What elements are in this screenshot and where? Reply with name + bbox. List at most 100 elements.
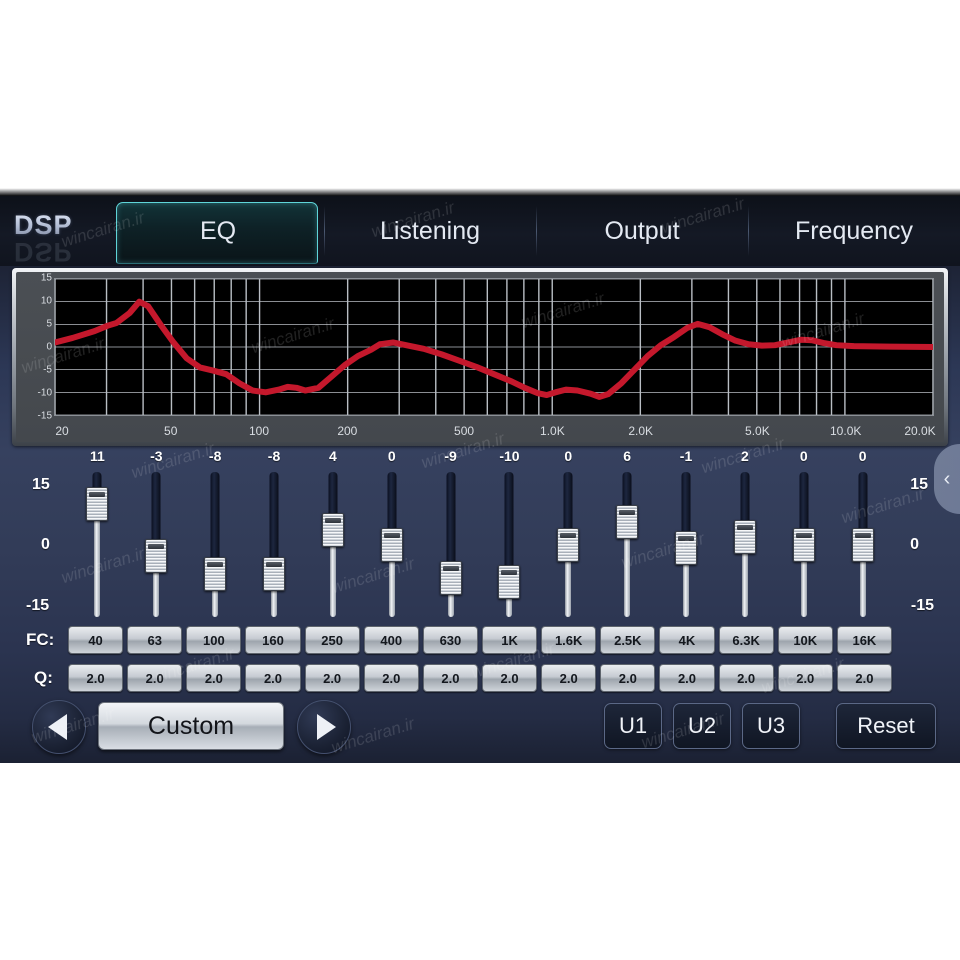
graph-x-tick: 2.0K xyxy=(628,424,653,438)
dsp-app-window: DSP DSP EQ Listening Output Frequency 15… xyxy=(0,196,960,763)
graph-plot-area xyxy=(54,278,934,416)
q-cell[interactable]: 2.0 xyxy=(659,664,715,692)
eq-slider-1.6K[interactable] xyxy=(539,472,598,617)
slider-thumb[interactable] xyxy=(675,531,698,566)
fc-cell[interactable]: 400 xyxy=(363,626,419,654)
eq-response-graph: 15 10 5 0 -5 -10 -15 20 50 100 200 500 1.0K 2.0K 5.0K… xyxy=(12,268,948,446)
q-cell[interactable]: 2.0 xyxy=(718,664,774,692)
tab-listening[interactable]: Listening xyxy=(324,196,536,266)
slider-thumb[interactable] xyxy=(851,527,874,562)
fc-cell[interactable]: 6.3K xyxy=(718,626,774,654)
eq-slider-400[interactable] xyxy=(362,472,421,617)
slider-thumb[interactable] xyxy=(321,512,344,547)
slider-track-upper xyxy=(269,472,279,562)
eq-slider-10K[interactable] xyxy=(774,472,833,617)
preset-prev-button[interactable] xyxy=(32,700,86,754)
fc-cell[interactable]: 40 xyxy=(68,626,124,654)
slider-track-lower xyxy=(271,587,277,617)
slider-thumb[interactable] xyxy=(733,520,756,555)
q-cell[interactable]: 2.0 xyxy=(481,664,538,692)
tab-frequency[interactable]: Frequency xyxy=(748,196,960,266)
slider-track-upper xyxy=(740,472,750,525)
q-cell[interactable]: 2.0 xyxy=(68,664,124,692)
eq-slider-40[interactable] xyxy=(68,472,127,617)
slider-thumb[interactable] xyxy=(439,560,462,595)
fc-cell[interactable]: 63 xyxy=(127,626,183,654)
slider-thumb[interactable] xyxy=(557,527,580,562)
fc-cell[interactable]: 16K xyxy=(836,626,892,654)
band-value: -8 xyxy=(267,448,281,464)
scale-right-mid: 0 xyxy=(910,536,919,553)
triangle-left-icon xyxy=(47,714,67,740)
eq-slider-16K[interactable] xyxy=(833,472,892,617)
fc-cell[interactable]: 10K xyxy=(777,626,833,654)
fc-cell[interactable]: 4K xyxy=(659,626,715,654)
slider-track-upper xyxy=(151,472,161,543)
dsp-logo: DSP DSP xyxy=(0,196,112,267)
eq-slider-100[interactable] xyxy=(186,472,245,617)
q-cell[interactable]: 2.0 xyxy=(541,664,597,692)
fc-cell[interactable]: 630 xyxy=(422,626,478,654)
graph-y-tick: -5 xyxy=(43,364,52,376)
tab-output[interactable]: Output xyxy=(536,196,748,266)
reset-button[interactable]: Reset xyxy=(836,703,936,749)
graph-x-tick: 20 xyxy=(55,424,69,438)
eq-slider-2.5K[interactable] xyxy=(598,472,657,617)
tab-eq[interactable]: EQ xyxy=(112,196,324,266)
fc-cell[interactable]: 2.5K xyxy=(600,626,656,654)
slider-track-lower xyxy=(683,561,690,617)
top-letterbox xyxy=(0,0,960,196)
slider-thumb[interactable] xyxy=(380,527,403,562)
slider-track-upper xyxy=(622,472,632,510)
band-value: 11 xyxy=(90,448,105,464)
chevron-left-icon[interactable]: ‹ xyxy=(934,444,960,514)
fc-value-row: 40 63 100 160 250 400 630 1K 1.6K 2.5K 4K 6.3K 10K 16… xyxy=(68,626,892,654)
eq-slider-160[interactable] xyxy=(245,472,304,617)
slider-track-lower xyxy=(212,587,219,617)
eq-slider-4K[interactable] xyxy=(657,472,716,617)
user-preset-u2-button[interactable]: U2 xyxy=(673,703,731,749)
graph-y-tick: 5 xyxy=(46,318,52,330)
graph-y-tick: 0 xyxy=(46,341,52,353)
eq-slider-6.3K[interactable] xyxy=(715,472,774,617)
graph-curve-svg xyxy=(55,279,933,415)
fc-cell[interactable]: 1K xyxy=(481,626,538,654)
q-cell[interactable]: 2.0 xyxy=(363,664,419,692)
fc-cell[interactable]: 1.6K xyxy=(541,626,597,654)
fc-cell[interactable]: 160 xyxy=(245,626,301,654)
eq-slider-630[interactable] xyxy=(421,472,480,617)
slider-track-upper xyxy=(681,472,691,536)
slider-track-lower xyxy=(94,516,101,617)
q-cell[interactable]: 2.0 xyxy=(836,664,892,692)
slider-track-lower xyxy=(565,557,572,617)
q-cell[interactable]: 2.0 xyxy=(304,664,360,692)
q-cell[interactable]: 2.0 xyxy=(245,664,301,692)
q-cell[interactable]: 2.0 xyxy=(422,664,478,692)
slider-thumb[interactable] xyxy=(792,527,815,562)
fc-cell[interactable]: 250 xyxy=(304,626,360,654)
slider-thumb[interactable] xyxy=(204,557,227,592)
preset-name-button[interactable]: Custom xyxy=(98,702,284,750)
eq-slider-250[interactable] xyxy=(303,472,362,617)
q-cell[interactable]: 2.0 xyxy=(777,664,833,692)
slider-thumb[interactable] xyxy=(263,557,285,592)
q-cell[interactable]: 2.0 xyxy=(186,664,242,692)
screenshot-root: DSP DSP EQ Listening Output Frequency 15… xyxy=(0,0,960,960)
band-value: 0 xyxy=(387,448,396,464)
fc-cell[interactable]: 100 xyxy=(186,626,242,654)
user-preset-u1-button[interactable]: U1 xyxy=(604,703,662,749)
preset-next-button[interactable] xyxy=(297,700,351,754)
user-preset-u3-button[interactable]: U3 xyxy=(742,703,800,749)
slider-thumb[interactable] xyxy=(616,505,639,540)
slider-thumb[interactable] xyxy=(145,538,168,573)
slider-track-upper xyxy=(563,472,573,532)
slider-thumb[interactable] xyxy=(498,564,521,599)
band-value: -1 xyxy=(679,448,693,464)
band-value: 0 xyxy=(799,448,808,464)
slider-thumb[interactable] xyxy=(86,486,109,521)
graph-x-tick: 5.0K xyxy=(745,424,770,438)
q-cell[interactable]: 2.0 xyxy=(127,664,183,692)
q-cell[interactable]: 2.0 xyxy=(600,664,656,692)
eq-slider-1K[interactable] xyxy=(480,472,539,617)
eq-slider-63[interactable] xyxy=(127,472,186,617)
